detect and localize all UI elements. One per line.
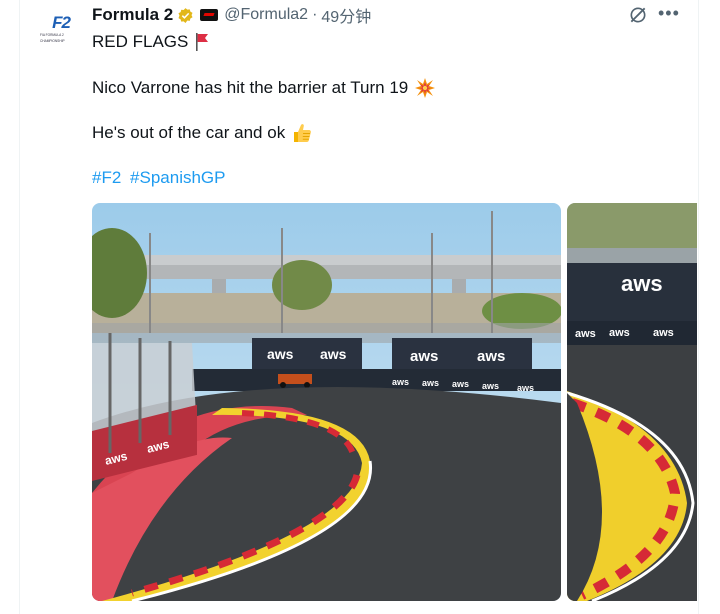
tweet-line-1: RED FLAGS (92, 32, 210, 52)
tweet-header: Formula 2 @Formula2 · 49分钟 (92, 4, 371, 26)
media-image-2[interactable]: aws aws aws aws (567, 203, 697, 601)
grok-icon[interactable] (628, 5, 648, 25)
svg-text:aws: aws (410, 348, 438, 365)
tweet-text-1: RED FLAGS (92, 32, 189, 51)
tweet-line-2: Nico Varrone has hit the barrier at Turn… (92, 77, 436, 99)
svg-text:aws: aws (621, 271, 663, 296)
red-flag-icon (196, 33, 209, 51)
tweet-line-3: He's out of the car and ok (92, 122, 313, 144)
more-options-icon[interactable]: ••• (658, 3, 680, 24)
svg-text:aws: aws (609, 327, 630, 339)
collision-icon (415, 78, 436, 98)
hashtag-f2[interactable]: #F2 (92, 168, 121, 187)
avatar[interactable]: F2 FIA FORMULA 2 CHAMPIONSHIP (40, 8, 82, 50)
media-image-1[interactable]: aws aws aws aws aws aws aws aws aws aws … (92, 203, 561, 601)
affiliate-badge-icon[interactable] (200, 9, 219, 21)
author-name[interactable]: Formula 2 (92, 5, 173, 25)
tweet-text-2: Nico Varrone has hit the barrier at Turn… (92, 78, 409, 97)
separator-dot: · (312, 6, 318, 23)
svg-text:aws: aws (477, 348, 505, 365)
verified-badge-icon (178, 7, 193, 23)
svg-text:aws: aws (422, 378, 439, 388)
avatar-logo: F2 (52, 12, 71, 32)
svg-text:aws: aws (653, 327, 674, 339)
svg-text:aws: aws (392, 377, 409, 387)
track-photo-1: aws aws aws aws aws aws aws aws aws aws … (92, 203, 561, 601)
author-handle[interactable]: @Formula2 (224, 6, 308, 24)
svg-text:aws: aws (575, 328, 596, 340)
svg-text:aws: aws (452, 379, 469, 389)
thumbs-up-icon (294, 124, 312, 142)
hashtag-spanishgp[interactable]: #SpanishGP (130, 168, 225, 187)
tweet-text-3: He's out of the car and ok (92, 123, 286, 142)
svg-text:aws: aws (482, 381, 499, 391)
svg-text:aws: aws (517, 383, 534, 393)
tweet-time[interactable]: 49分钟 (321, 3, 371, 27)
svg-text:aws: aws (267, 346, 294, 362)
hashtags: #F2 #SpanishGP (92, 168, 229, 188)
track-photo-2: aws aws aws aws (567, 203, 697, 601)
svg-text:aws: aws (320, 346, 347, 362)
avatar-subtext: FIA FORMULA 2 CHAMPIONSHIP (40, 32, 65, 43)
